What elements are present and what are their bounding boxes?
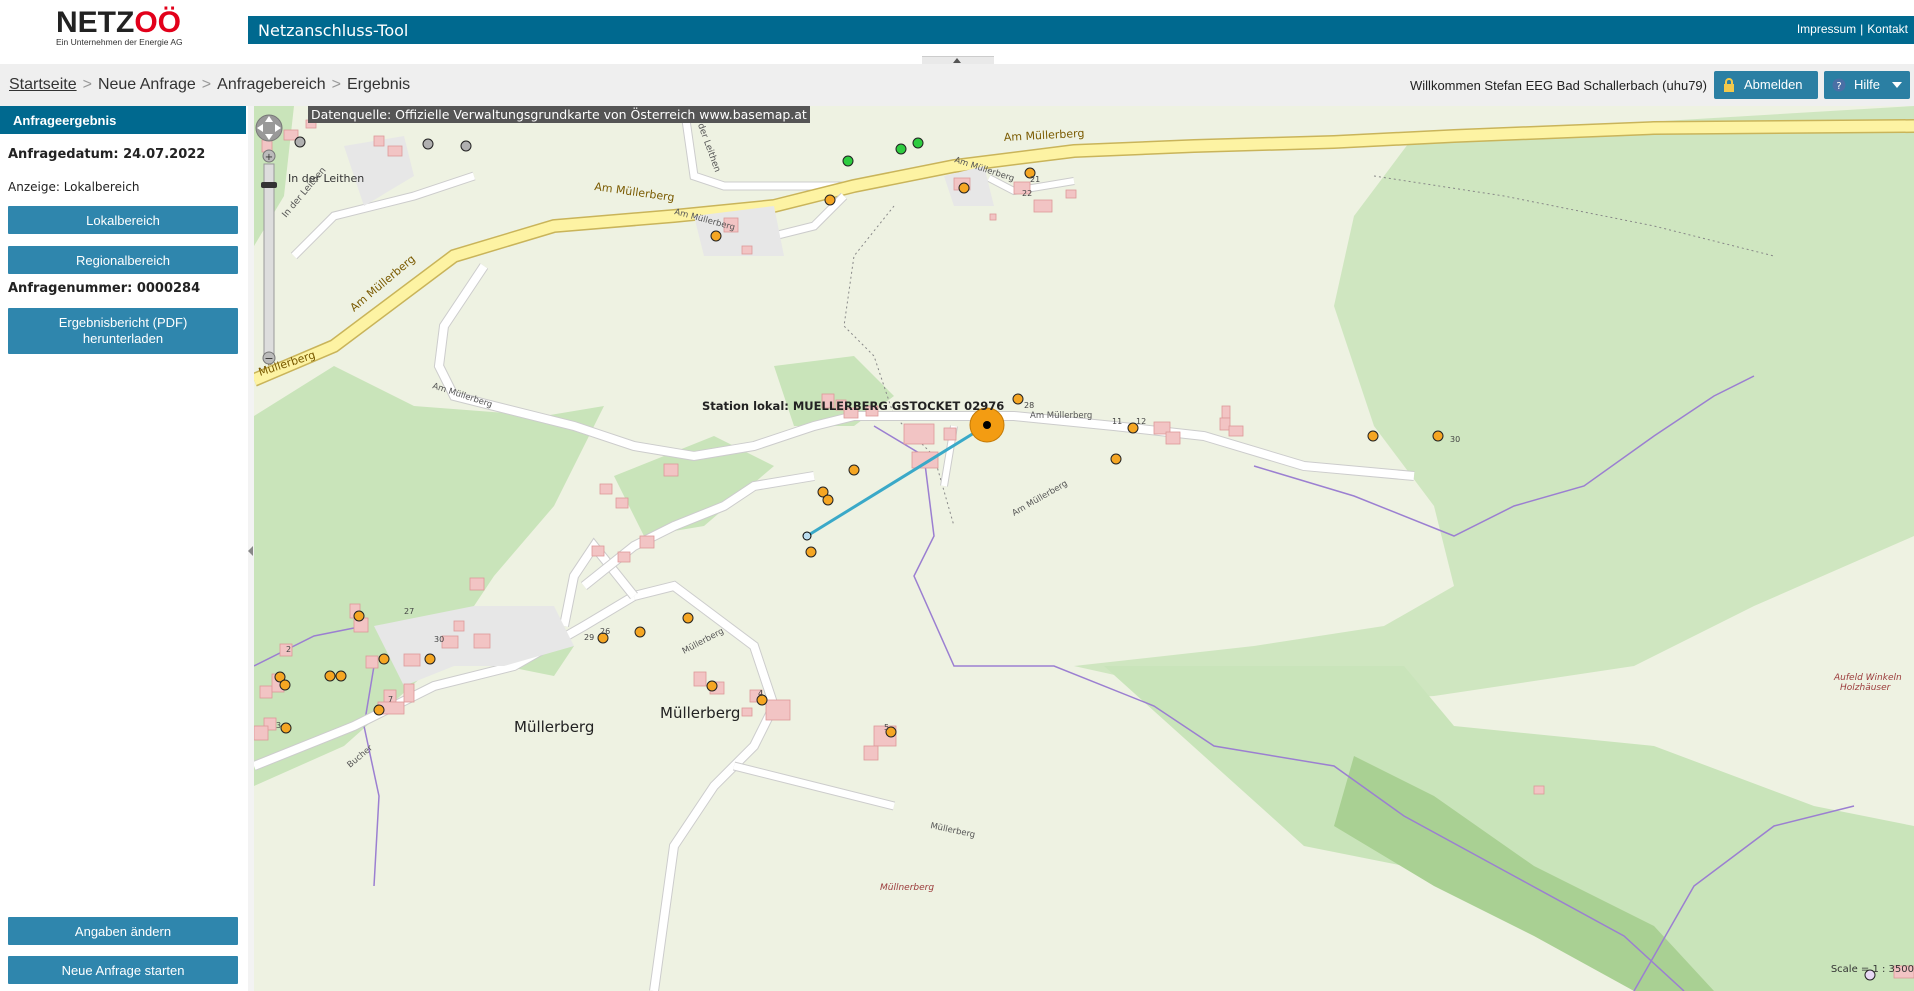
help-button[interactable]: ? Hilfe bbox=[1824, 71, 1910, 99]
top-header: NETZOÖ Ein Unternehmen der Energie AG Ne… bbox=[0, 0, 1914, 64]
breadcrumb-arrow: > bbox=[82, 76, 92, 93]
house-number: 3 bbox=[276, 721, 281, 730]
request-number: Anfragenummer: 0000284 bbox=[8, 281, 201, 296]
connection-point[interactable] bbox=[802, 531, 812, 541]
breadcrumb-new-request: Neue Anfrage bbox=[97, 76, 196, 93]
zoom-slider-handle[interactable] bbox=[261, 182, 277, 188]
house-number: 22 bbox=[1022, 189, 1032, 198]
breadcrumb: Startseite > Neue Anfrage > Anfragebereich > E… bbox=[9, 76, 410, 94]
download-report-button[interactable]: Ergebnisbericht (PDF) herunterladen bbox=[8, 308, 238, 354]
station-label: Station lokal: MUELLERBERG GSTOCKET 0297… bbox=[702, 399, 1004, 413]
house-number: 29 bbox=[584, 633, 594, 642]
logout-button[interactable]: Abmelden bbox=[1714, 71, 1818, 99]
download-report-label-line2: herunterladen bbox=[82, 331, 164, 346]
house-number: 26 bbox=[600, 627, 610, 636]
zoom-slider-track[interactable] bbox=[263, 163, 275, 355]
house-number: 30 bbox=[1450, 435, 1460, 444]
sidebar: Anfrageergebnis Anfragedatum: 24.07.2022… bbox=[0, 106, 248, 991]
logo-text-b: OÖ bbox=[134, 6, 181, 39]
map-datasource-label: Datenquelle: Offizielle Verwaltungsgrund… bbox=[308, 106, 810, 123]
house-number: 4 bbox=[758, 689, 763, 698]
local-area-button[interactable]: Lokalbereich bbox=[8, 206, 238, 234]
display-mode: Anzeige: Lokalbereich bbox=[8, 180, 140, 194]
map-scale: Scale = 1 : 3500 bbox=[1830, 964, 1914, 975]
house-number: 7 bbox=[388, 695, 393, 704]
download-report-label-line1: Ergebnisbericht (PDF) bbox=[58, 315, 188, 330]
lock-icon bbox=[1724, 78, 1734, 92]
house-number: 27 bbox=[404, 607, 414, 616]
breadcrumb-arrow: > bbox=[201, 76, 212, 93]
plus-icon: + bbox=[265, 152, 273, 163]
place-label-muellnerberg: Müllnerberg bbox=[880, 883, 934, 893]
app-title: Netzanschluss-Tool bbox=[258, 21, 409, 40]
map-view[interactable]: Am Müllerberg Am Müllerberg Am Müllerber… bbox=[254, 106, 1914, 991]
logo-text-a: NETZ bbox=[56, 6, 135, 39]
help-label: Hilfe bbox=[1854, 77, 1881, 92]
house-number: 28 bbox=[1024, 401, 1034, 410]
help-icon: ? bbox=[1832, 78, 1846, 92]
breadcrumb-request-area: Anfragebereich bbox=[217, 76, 326, 93]
road-label-small-5: Am Müllerberg bbox=[1030, 411, 1092, 421]
logo-tagline: Ein Unternehmen der Energie AG bbox=[56, 37, 183, 47]
breadcrumb-result: Ergebnis bbox=[347, 76, 411, 93]
house-number: 5 bbox=[884, 723, 889, 732]
welcome-text: Willkommen Stefan EEG Bad Schallerbach (… bbox=[1410, 78, 1707, 93]
header-links: Impressum | Kontakt bbox=[1797, 22, 1908, 36]
breadcrumb-arrow: > bbox=[331, 76, 341, 93]
breadcrumb-bar: Startseite > Neue Anfrage > Anfragebereich > E… bbox=[0, 64, 1914, 106]
app-title-bar: Netzanschluss-Tool Impressum | Kontakt bbox=[248, 16, 1914, 44]
house-number: 30 bbox=[434, 635, 444, 644]
logout-label: Abmelden bbox=[1744, 77, 1803, 92]
collapse-header-tab[interactable] bbox=[922, 56, 994, 64]
map-canvas[interactable]: Am Müllerberg Am Müllerberg Am Müllerber… bbox=[254, 106, 1914, 991]
place-label-holzhaeuser: Holzhäuser bbox=[1840, 683, 1892, 693]
house-number: 11 bbox=[1112, 417, 1122, 426]
map-zoom-control[interactable]: + − bbox=[254, 106, 284, 370]
chevron-down-icon bbox=[1892, 82, 1902, 88]
new-request-button[interactable]: Neue Anfrage starten bbox=[8, 956, 238, 984]
kontakt-link[interactable]: Kontakt bbox=[1867, 22, 1908, 36]
sidebar-header: Anfrageergebnis bbox=[0, 106, 246, 134]
change-details-button[interactable]: Angaben ändern bbox=[8, 917, 238, 945]
regional-area-button[interactable]: Regionalbereich bbox=[8, 246, 238, 274]
link-separator: | bbox=[1860, 22, 1864, 36]
station-center bbox=[983, 421, 991, 429]
minus-icon: − bbox=[264, 352, 273, 365]
request-date: Anfragedatum: 24.07.2022 bbox=[8, 147, 206, 162]
place-label-muellerberg-2: Müllerberg bbox=[514, 718, 594, 736]
svg-text:?: ? bbox=[1836, 81, 1841, 92]
house-number: 12 bbox=[1136, 417, 1146, 426]
place-label-aufeld-winkeln: Aufeld Winkeln bbox=[1833, 673, 1902, 683]
house-number: 2 bbox=[286, 645, 291, 654]
breadcrumb-home[interactable]: Startseite bbox=[9, 76, 77, 93]
place-label-muellerberg-1: Müllerberg bbox=[660, 704, 740, 722]
house-number: 21 bbox=[1030, 175, 1040, 184]
impressum-link[interactable]: Impressum bbox=[1797, 22, 1856, 36]
netzooe-logo[interactable]: NETZOÖ Ein Unternehmen der Energie AG bbox=[56, 8, 206, 50]
